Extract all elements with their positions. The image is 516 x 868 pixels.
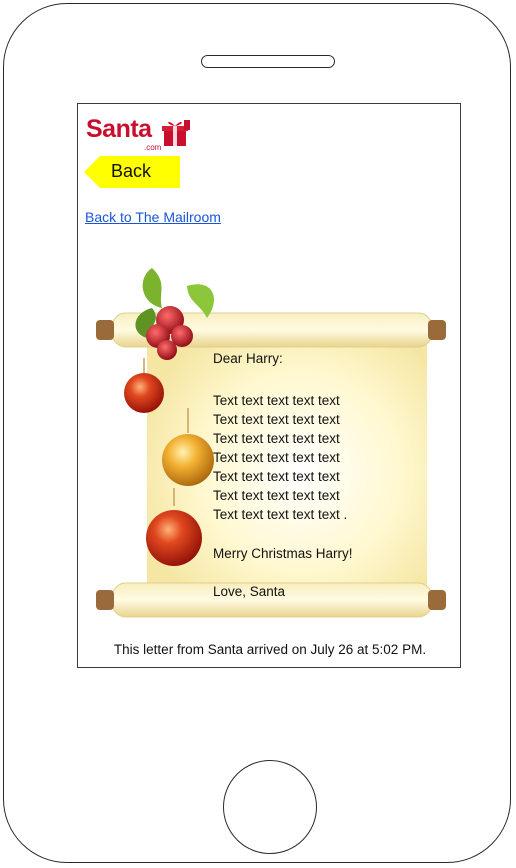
logo-brand: Santa [86, 115, 152, 143]
back-button-label: Back [111, 161, 152, 181]
letter-body-line: Text text text text text [213, 469, 340, 484]
letter-body-line: Text text text text text [213, 431, 340, 446]
letter-body: Text text text text text Text text text … [213, 391, 347, 524]
phone-frame: Santa .com Back Back to The Mailroom Dea… [3, 3, 511, 863]
gift-icon [162, 120, 190, 146]
phone-screen: Santa .com Back Back to The Mailroom Dea… [77, 103, 461, 668]
home-button[interactable] [223, 760, 317, 854]
letter-body-line: Text text text text text [213, 412, 340, 427]
back-to-mailroom-link[interactable]: Back to The Mailroom [85, 209, 221, 225]
phone-speaker [201, 55, 335, 68]
santa-logo[interactable]: Santa .com [86, 112, 196, 152]
back-button[interactable]: Back [84, 156, 180, 188]
letter-body-line: Text text text text text . [213, 507, 348, 522]
letter-signoff: Love, Santa [213, 584, 286, 599]
letter-greeting: Dear Harry: [213, 351, 283, 366]
letter-body-line: Text text text text text [213, 393, 340, 408]
letter-body-line: Text text text text text [213, 488, 340, 503]
arrival-timestamp: This letter from Santa arrived on July 2… [113, 642, 427, 657]
letter-closing: Merry Christmas Harry! [213, 546, 353, 561]
letter-body-line: Text text text text text [213, 450, 340, 465]
